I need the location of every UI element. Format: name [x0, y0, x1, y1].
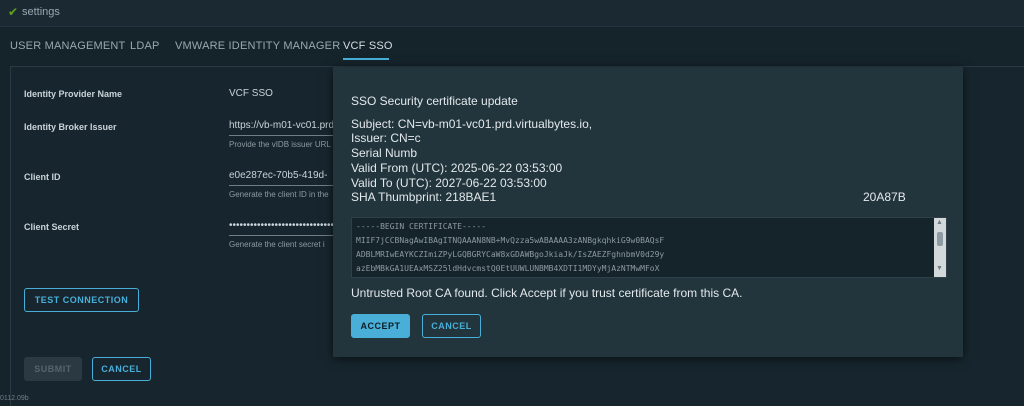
- check-icon: ✔: [8, 5, 19, 19]
- client-secret-value: ••••••••••••••••••••••••••••••: [229, 220, 333, 231]
- scroll-down-icon[interactable]: ▼: [936, 265, 943, 272]
- scroll-thumb[interactable]: [937, 232, 943, 246]
- dialog-cancel-button[interactable]: CANCEL: [422, 314, 481, 338]
- cert-line: azEbMBkGA1UEAxMSZ25ldHdvcmstQ0EtUUWLUNBM…: [356, 264, 660, 273]
- accept-button[interactable]: ACCEPT: [351, 314, 410, 338]
- certificate-scrollbar[interactable]: ▲ ▼: [934, 218, 946, 277]
- client-id-input[interactable]: e0e287ec-70b5-419d-: [229, 170, 333, 186]
- certificate-dialog: SSO Security certificate update Subject:…: [333, 67, 963, 357]
- identity-broker-issuer-help: Provide the vIDB issuer URL: [229, 140, 331, 149]
- cert-line: ADBLMRIwEAYKCZImiZPyLGQBGRYCaW8xGDAWBgoJ…: [356, 250, 665, 259]
- top-bar: ✔ settings: [0, 0, 1024, 27]
- identity-broker-issuer-value: https://vb-m01-vc01.prd.virtualbytes.io: [229, 120, 333, 131]
- top-bar-title: settings: [22, 6, 60, 18]
- dialog-title: SSO Security certificate update: [351, 94, 518, 108]
- identity-broker-issuer-label: Identity Broker Issuer: [24, 122, 117, 132]
- tab-vmware-identity-manager[interactable]: VMWARE IDENTITY MANAGER: [175, 40, 340, 52]
- client-id-label: Client ID: [24, 172, 61, 182]
- cert-line: MIIF7jCCBNagAwIBAgITNQAAAN8NB+MvQzza5wAB…: [356, 236, 665, 245]
- identity-broker-issuer-input[interactable]: https://vb-m01-vc01.prd.virtualbytes.io: [229, 120, 333, 136]
- cert-line: -----BEGIN CERTIFICATE-----: [356, 222, 487, 231]
- client-id-value: e0e287ec-70b5-419d-: [229, 170, 328, 181]
- client-id-help: Generate the client ID in the: [229, 190, 329, 199]
- untrusted-ca-message: Untrusted Root CA found. Click Accept if…: [351, 286, 743, 300]
- tab-bar: USER MANAGEMENT LDAP VMWARE IDENTITY MAN…: [0, 40, 1024, 60]
- tab-user-management[interactable]: USER MANAGEMENT: [10, 40, 125, 52]
- client-secret-help: Generate the client secret i: [229, 240, 325, 249]
- cert-subject: Subject: CN=vb-m01-vc01.prd.virtualbytes…: [351, 117, 593, 131]
- tab-ldap[interactable]: LDAP: [130, 40, 160, 52]
- client-secret-input[interactable]: ••••••••••••••••••••••••••••••: [229, 220, 333, 236]
- active-tab-indicator: [343, 58, 389, 60]
- cert-thumbprint-end: 20A87B: [863, 190, 906, 204]
- client-secret-label: Client Secret: [24, 222, 80, 232]
- identity-provider-name-label: Identity Provider Name: [24, 89, 123, 99]
- identity-provider-name-value: VCF SSO: [229, 88, 273, 99]
- certificate-text-area[interactable]: -----BEGIN CERTIFICATE----- MIIF7jCCBNag…: [351, 217, 947, 278]
- cancel-button[interactable]: CANCEL: [92, 357, 151, 381]
- cert-serial: Serial Numb: [351, 146, 418, 160]
- cert-issuer: Issuer: CN=c: [351, 131, 421, 145]
- cert-valid-to: Valid To (UTC): 2027-06-22 03:53:00: [351, 176, 547, 190]
- test-connection-button[interactable]: TEST CONNECTION: [24, 288, 139, 312]
- cert-thumbprint: SHA Thumbprint: 218BAE1: [351, 190, 497, 204]
- scroll-up-icon[interactable]: ▲: [936, 219, 943, 226]
- cert-valid-from: Valid From (UTC): 2025-06-22 03:53:00: [351, 161, 563, 175]
- footer-text: 0112.09b: [0, 395, 29, 402]
- tab-vcf-sso[interactable]: VCF SSO: [343, 40, 393, 52]
- submit-button[interactable]: SUBMIT: [24, 357, 82, 381]
